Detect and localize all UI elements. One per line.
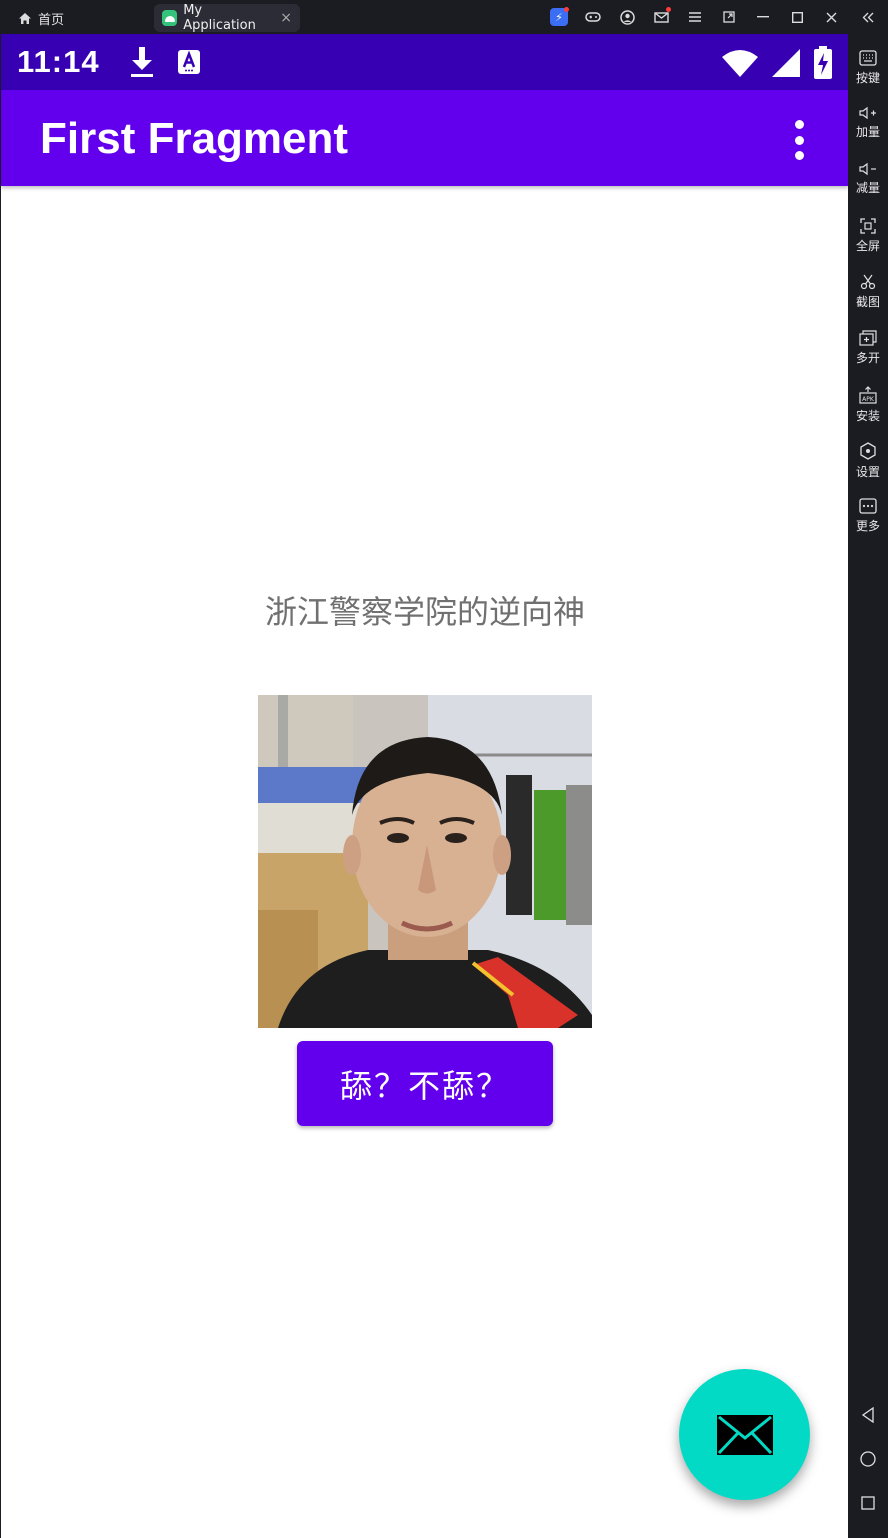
settings-icon <box>860 442 876 460</box>
emulator-title-bar: 首页 My Application × ⚡ <box>0 0 888 34</box>
side-panel-label: 全屏 <box>855 239 880 253</box>
android-back-button[interactable] <box>848 1400 888 1430</box>
side-panel-label: 安装 <box>855 409 880 423</box>
account-icon[interactable] <box>610 0 644 34</box>
close-tab-icon[interactable]: × <box>280 10 292 26</box>
accessibility-a-icon <box>178 50 200 74</box>
back-triangle-icon <box>861 1407 874 1423</box>
install-apk-button[interactable]: APK 安装 <box>848 386 888 436</box>
battery-charging-icon <box>814 46 832 79</box>
fullscreen-button[interactable]: 全屏 <box>848 218 888 268</box>
keyboard-icon <box>859 50 877 66</box>
menu-icon[interactable] <box>678 0 712 34</box>
app-bar-title: First Fragment <box>40 114 349 163</box>
email-fab[interactable] <box>679 1369 810 1500</box>
emulator-side-panel: 按键 加量 减量 全屏 截图 多开 APK 安装 设置 更多 <box>848 34 888 1538</box>
home-circle-icon <box>860 1451 876 1467</box>
multi-instance-button[interactable]: 多开 <box>848 330 888 380</box>
overflow-menu-icon[interactable] <box>787 120 811 160</box>
side-panel-label: 减量 <box>855 181 880 195</box>
keymap-button[interactable]: 按键 <box>848 50 888 100</box>
mail-icon <box>716 1414 773 1455</box>
volume-up-icon <box>859 106 876 120</box>
apk-install-icon: APK <box>859 386 877 404</box>
download-icon <box>131 47 153 77</box>
close-window-icon[interactable] <box>814 0 848 34</box>
window-resize-icon[interactable] <box>712 0 746 34</box>
status-time: 11:14 <box>17 44 100 79</box>
volume-down-button[interactable]: 减量 <box>848 162 888 212</box>
android-recents-button[interactable] <box>848 1488 888 1518</box>
gamepad-icon[interactable] <box>576 0 610 34</box>
maximize-icon[interactable] <box>780 0 814 34</box>
app-tab[interactable]: My Application × <box>154 3 300 33</box>
mail-notification-icon[interactable] <box>644 0 678 34</box>
app-tab-label: My Application <box>183 3 256 33</box>
wifi-icon <box>722 50 758 77</box>
side-panel-label: 截图 <box>855 295 880 309</box>
scissors-icon <box>860 274 876 290</box>
minimize-icon[interactable] <box>746 0 780 34</box>
side-panel-label: 加量 <box>855 125 880 139</box>
android-screen: 11:14 First Fragment 浙江警察学院的逆向神 舔？不舔？ <box>0 34 848 1538</box>
screenshot-button[interactable]: 截图 <box>848 274 888 324</box>
fullscreen-icon <box>860 218 876 234</box>
home-tab[interactable]: 首页 <box>18 8 64 28</box>
recents-square-icon <box>861 1496 875 1510</box>
android-app-icon <box>162 10 178 26</box>
signal-icon <box>772 49 800 77</box>
volume-down-icon <box>859 162 876 176</box>
content-text: 浙江警察学院的逆向神 <box>264 593 585 631</box>
home-icon <box>19 12 31 24</box>
lick-choice-button[interactable]: 舔？不舔？ <box>297 1041 553 1126</box>
app-bar: First Fragment <box>1 90 848 186</box>
more-button[interactable]: 更多 <box>848 498 888 548</box>
android-home-button[interactable] <box>848 1444 888 1474</box>
status-bar: 11:14 <box>1 34 848 90</box>
settings-button[interactable]: 设置 <box>848 442 888 492</box>
side-panel-label: 按键 <box>855 71 880 85</box>
home-tab-label: 首页 <box>38 12 65 28</box>
side-panel-label: 更多 <box>855 519 880 533</box>
multi-instance-icon <box>859 330 877 346</box>
side-panel-label: 设置 <box>855 465 880 479</box>
volume-up-button[interactable]: 加量 <box>848 106 888 156</box>
side-panel-label: 多开 <box>855 351 880 365</box>
collapse-panel-icon[interactable] <box>848 0 888 34</box>
svg-text:APK: APK <box>862 396 875 403</box>
more-icon <box>859 498 877 514</box>
profile-photo <box>258 695 592 1028</box>
boost-icon[interactable]: ⚡ <box>542 0 576 34</box>
